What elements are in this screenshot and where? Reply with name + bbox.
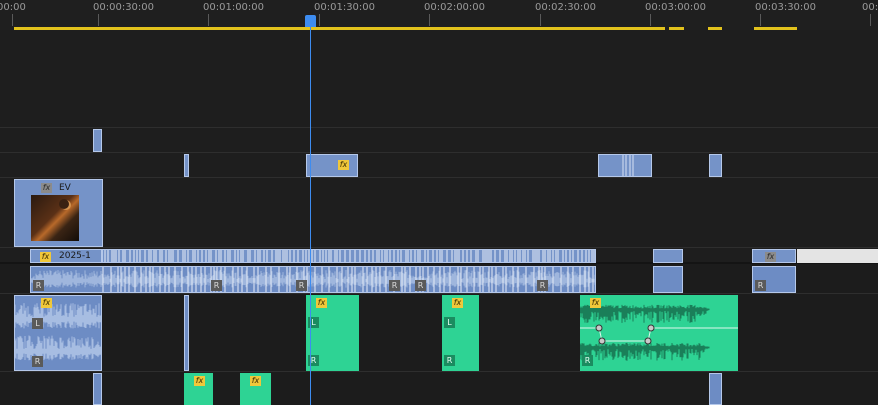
video-clip[interactable]: fx bbox=[752, 249, 796, 263]
clip-edit-marks bbox=[622, 155, 634, 176]
video-track-2[interactable] bbox=[0, 178, 878, 248]
video-clip[interactable] bbox=[93, 129, 102, 152]
sequence-clip[interactable]: fx 2025-1 bbox=[30, 249, 102, 263]
clip-name: 2025-1 bbox=[59, 251, 91, 261]
video-track-empty[interactable] bbox=[0, 30, 878, 128]
fx-badge[interactable]: fx bbox=[40, 252, 51, 262]
clip-edit-marks bbox=[104, 250, 595, 262]
audio-clip[interactable]: fx bbox=[240, 373, 271, 405]
left-channel-label: L bbox=[32, 318, 43, 329]
timecode-label: 00:03:00:00 bbox=[645, 2, 707, 13]
ruler-tick bbox=[12, 14, 13, 26]
video-clip[interactable]: fx bbox=[306, 154, 358, 177]
fx-badge[interactable]: fx bbox=[590, 298, 601, 308]
right-channel-label: R bbox=[755, 280, 766, 291]
audio-clip[interactable] bbox=[709, 373, 722, 405]
timecode-label: 00:00:30:00 bbox=[93, 2, 155, 13]
right-channel-label: R bbox=[211, 280, 222, 291]
timecode-label: 00:00 bbox=[0, 2, 26, 13]
video-clip-ev[interactable]: fx EV bbox=[14, 179, 103, 247]
audio-clip-linked[interactable]: R R R R R R bbox=[30, 266, 596, 293]
audio-track-2[interactable] bbox=[0, 294, 878, 372]
video-track-4[interactable] bbox=[0, 128, 878, 153]
right-channel-label: R bbox=[389, 280, 400, 291]
right-channel-label: R bbox=[582, 355, 593, 366]
volume-keyframes[interactable] bbox=[580, 295, 738, 371]
fx-badge[interactable]: fx bbox=[316, 298, 327, 308]
ruler-tick bbox=[650, 14, 651, 26]
audio-clip[interactable]: fx bbox=[184, 373, 213, 405]
right-channel-label: R bbox=[296, 280, 307, 291]
ruler-tick bbox=[760, 14, 761, 26]
audio-clip[interactable] bbox=[184, 295, 189, 371]
timecode-label: 00:02:30:00 bbox=[535, 2, 597, 13]
timeline-panel: 00:00 00:00:30:00 00:01:00:00 00:01:30:0… bbox=[0, 0, 878, 405]
audio-clip[interactable] bbox=[653, 266, 683, 293]
timecode-label: 00:02:00:00 bbox=[424, 2, 486, 13]
timecode-label: 00:01:30:00 bbox=[314, 2, 376, 13]
video-clip[interactable] bbox=[709, 154, 722, 177]
clip-thumbnail bbox=[31, 195, 79, 241]
timecode-label: 00:03:30:00 bbox=[755, 2, 817, 13]
fx-badge[interactable]: fx bbox=[452, 298, 463, 308]
clip-name: EV bbox=[59, 183, 71, 193]
ruler-tick bbox=[429, 14, 430, 26]
video-clip[interactable] bbox=[184, 154, 189, 177]
ruler-tick bbox=[319, 14, 320, 26]
fx-badge[interactable]: fx bbox=[41, 183, 52, 193]
moon-image-icon bbox=[59, 199, 71, 210]
audio-clip-stereo-keyframed[interactable]: fx R bbox=[580, 295, 738, 371]
timecode-label: 00:01:00:00 bbox=[203, 2, 265, 13]
left-channel-label: L bbox=[444, 317, 455, 328]
ruler-tick bbox=[870, 14, 871, 26]
video-clip[interactable] bbox=[653, 249, 683, 263]
right-channel-label: R bbox=[537, 280, 548, 291]
video-track-3[interactable] bbox=[0, 153, 878, 178]
right-channel-label: R bbox=[415, 280, 426, 291]
audio-clip-stereo[interactable]: fx L R bbox=[306, 295, 359, 371]
fx-badge[interactable]: fx bbox=[250, 376, 261, 386]
right-channel-label: R bbox=[32, 356, 43, 367]
fx-badge[interactable]: fx bbox=[41, 298, 52, 308]
time-ruler[interactable]: 00:00 00:00:30:00 00:01:00:00 00:01:30:0… bbox=[0, 0, 878, 30]
render-bar bbox=[797, 249, 878, 263]
video-clip[interactable] bbox=[598, 154, 652, 177]
ruler-tick bbox=[98, 14, 99, 26]
timecode-label: 00:0 bbox=[862, 2, 878, 13]
fx-badge[interactable]: fx bbox=[194, 376, 205, 386]
playhead-line[interactable] bbox=[310, 22, 311, 405]
audio-clip-stereo[interactable]: fx L R bbox=[14, 295, 102, 371]
waveform bbox=[31, 267, 595, 292]
audio-clip-stereo[interactable]: fx L R bbox=[442, 295, 479, 371]
audio-clip[interactable]: R bbox=[752, 266, 796, 293]
ruler-tick bbox=[540, 14, 541, 26]
audio-clip[interactable] bbox=[93, 373, 102, 405]
fx-badge[interactable]: fx bbox=[338, 160, 349, 170]
right-channel-label: R bbox=[444, 355, 455, 366]
sequence-clip-dense[interactable] bbox=[102, 249, 596, 263]
ruler-tick bbox=[208, 14, 209, 26]
right-channel-label: R bbox=[33, 280, 44, 291]
waveform bbox=[15, 303, 101, 361]
fx-badge[interactable]: fx bbox=[765, 252, 776, 262]
playhead-handle[interactable] bbox=[305, 15, 316, 27]
audio-track-3[interactable] bbox=[0, 372, 878, 405]
